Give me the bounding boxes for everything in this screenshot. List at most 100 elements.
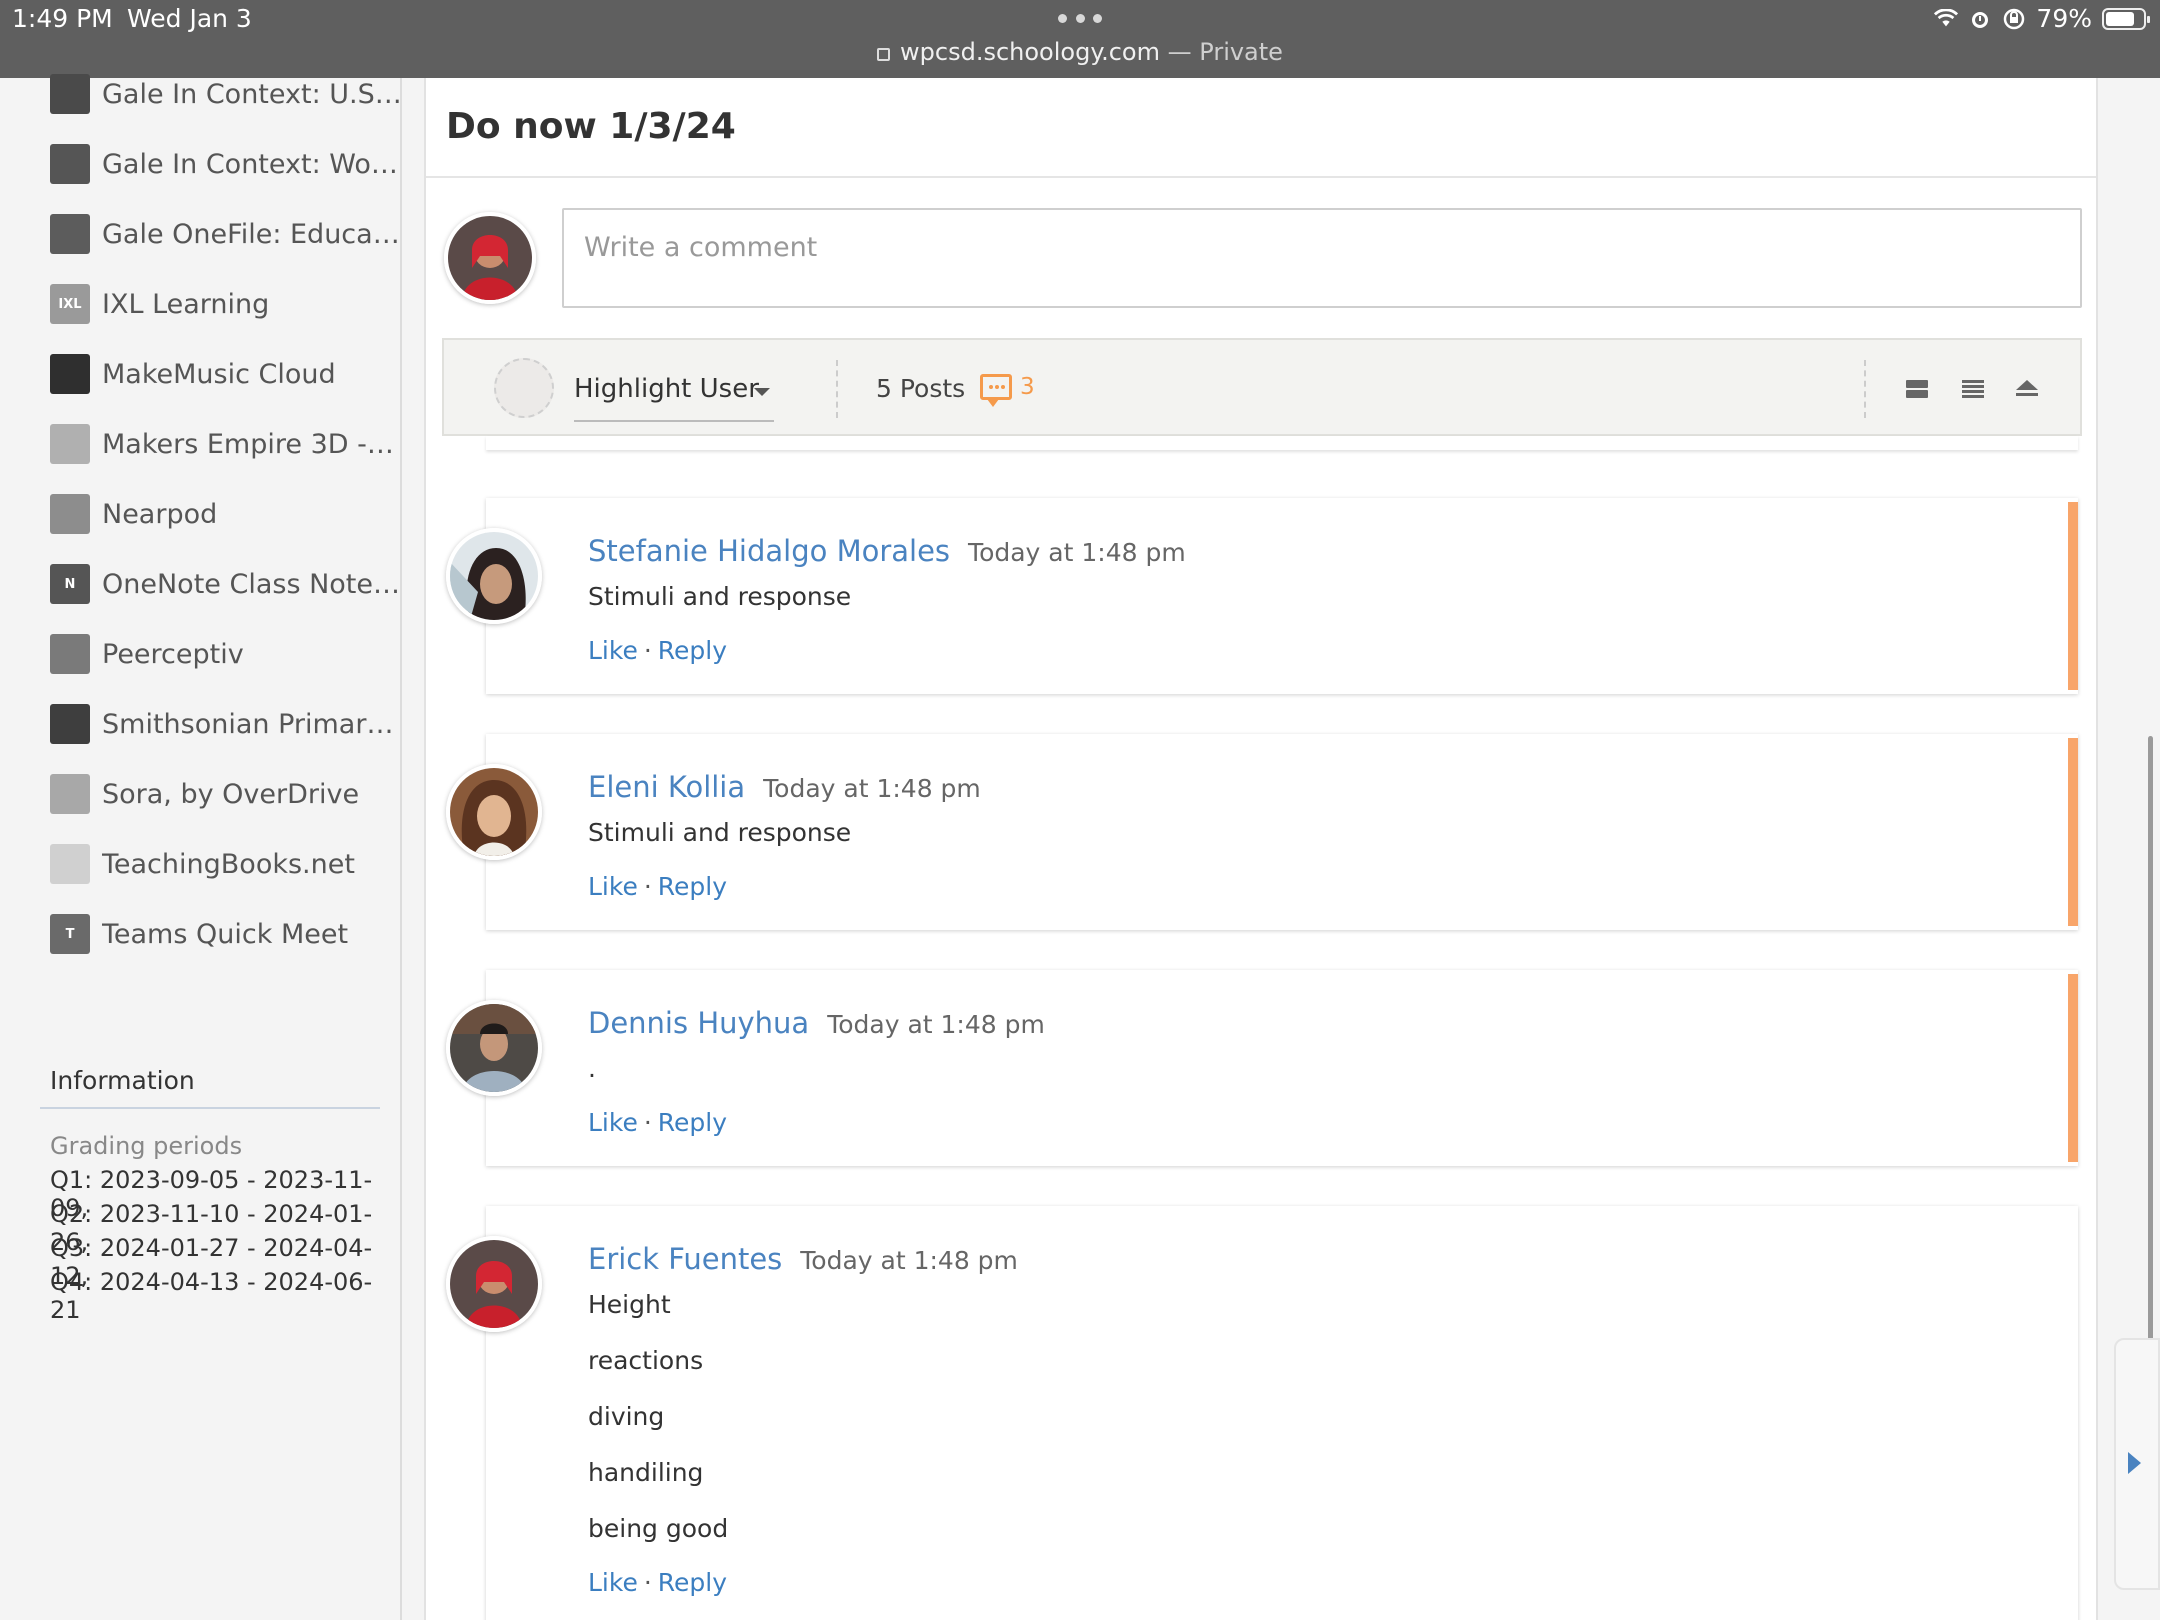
app-label: Nearpod <box>102 498 218 530</box>
app-label: Makers Empire 3D - Easy 3D Design <box>102 428 402 460</box>
discussion-post: Stefanie Hidalgo Morales Today at 1:48 pm… <box>486 498 2078 694</box>
app-link[interactable]: Makers Empire 3D - Easy 3D Design <box>50 422 402 466</box>
app-link[interactable]: Nearpod <box>50 492 402 536</box>
app-label: OneNote Class Notebook <box>102 568 402 600</box>
toolbar-divider <box>836 360 838 418</box>
gale-world-history-icon <box>50 144 90 184</box>
author-avatar[interactable] <box>446 1236 542 1332</box>
collapse-all-icon[interactable] <box>2014 378 2040 400</box>
makers-empire-icon <box>50 424 90 464</box>
gale-onefile-icon <box>50 214 90 254</box>
private-label: — Private <box>1167 38 1283 66</box>
app-link[interactable]: Gale In Context: World History <box>50 142 402 186</box>
reply-link[interactable]: Reply <box>658 872 727 901</box>
teams-icon: T <box>50 914 90 954</box>
app-link[interactable]: IXL IXL Learning <box>50 282 402 326</box>
title-divider <box>426 176 2096 178</box>
post-author-link[interactable]: Erick Fuentes <box>588 1242 782 1276</box>
teachingbooks-icon <box>50 844 90 884</box>
post-body-line: Stimuli and response <box>588 818 852 847</box>
app-label: Gale OneFile: Educator's Reference Compl… <box>102 218 402 250</box>
posts-count: 5 Posts <box>876 374 966 403</box>
post-timestamp: Today at 1:48 pm <box>827 1010 1045 1039</box>
onenote-icon: N <box>50 564 90 604</box>
address-bar[interactable]: wpcsd.schoology.com — Private <box>0 38 2160 66</box>
app-link[interactable]: N OneNote Class Notebook <box>50 562 402 606</box>
discussion-post: Eleni Kollia Today at 1:48 pm Stimuli and… <box>486 734 2078 930</box>
chevron-right-icon[interactable] <box>2128 1452 2141 1474</box>
post-timestamp: Today at 1:48 pm <box>763 774 981 803</box>
app-link[interactable]: TeachingBooks.net <box>50 842 402 886</box>
expanded-view-icon[interactable] <box>1904 378 1930 400</box>
post-timestamp: Today at 1:48 pm <box>968 538 1186 567</box>
grading-periods-label: Grading periods <box>50 1132 243 1160</box>
discussion-post: Dennis Huyhua Today at 1:48 pm . Like · Rep… <box>486 970 2078 1166</box>
orientation-lock-icon <box>2002 7 2026 31</box>
app-label: Teams Quick Meet <box>102 918 349 950</box>
app-link[interactable]: Gale In Context: U.S. History <box>50 72 402 116</box>
author-avatar[interactable] <box>446 1000 542 1096</box>
battery-percent: 79% <box>2036 4 2092 33</box>
information-divider <box>40 1107 380 1109</box>
discussion-panel: Do now 1/3/24 Write a comment Highlight … <box>424 78 2098 1620</box>
author-avatar[interactable] <box>446 528 542 624</box>
post-author-link[interactable]: Stefanie Hidalgo Morales <box>588 534 950 568</box>
app-label: Sora, by OverDrive <box>102 778 360 810</box>
reply-link[interactable]: Reply <box>658 1108 727 1137</box>
comment-count: 3 <box>1020 374 1035 400</box>
app-label: TeachingBooks.net <box>102 848 355 880</box>
post-author-link[interactable]: Dennis Huyhua <box>588 1006 809 1040</box>
post-body-line: . <box>588 1054 596 1083</box>
more-dots-icon[interactable] <box>1058 14 1102 24</box>
app-label: MakeMusic Cloud <box>102 358 336 390</box>
battery-fill <box>2106 11 2135 26</box>
app-link[interactable]: Sora, by OverDrive <box>50 772 402 816</box>
app-label: Gale In Context: U.S. History <box>102 78 402 110</box>
wifi-icon <box>1934 7 1959 31</box>
like-link[interactable]: Like <box>588 1568 638 1597</box>
right-drawer-toggle[interactable] <box>2114 1338 2160 1590</box>
makemusic-icon <box>50 354 90 394</box>
page-title: Do now 1/3/24 <box>446 106 736 147</box>
sora-icon <box>50 774 90 814</box>
app-label: IXL Learning <box>102 288 270 320</box>
highlight-bar <box>2068 738 2078 926</box>
app-link[interactable]: T Teams Quick Meet <box>50 912 402 956</box>
post-body-line: diving <box>588 1402 665 1431</box>
like-link[interactable]: Like <box>588 636 638 665</box>
current-user-avatar <box>444 212 536 304</box>
reply-link[interactable]: Reply <box>658 636 727 665</box>
highlight-bar <box>2068 974 2078 1162</box>
app-label: Gale In Context: World History <box>102 148 402 180</box>
highlight-bar <box>2068 502 2078 690</box>
like-link[interactable]: Like <box>588 872 638 901</box>
chevron-down-icon[interactable] <box>754 388 770 396</box>
clock-time: 1:49 PM <box>12 4 113 33</box>
highlight-user-dropdown[interactable]: Highlight User <box>574 374 759 404</box>
comment-input[interactable]: Write a comment <box>562 208 2082 308</box>
like-link[interactable]: Like <box>588 1108 638 1137</box>
app-link[interactable]: MakeMusic Cloud <box>50 352 402 396</box>
post-timestamp: Today at 1:48 pm <box>800 1246 1018 1275</box>
ixl-icon: IXL <box>50 284 90 324</box>
discussion-toolbar: Highlight User 5 Posts 3 <box>442 338 2082 436</box>
toolbar-divider-right <box>1864 360 1866 418</box>
app-link[interactable]: Gale OneFile: Educator's Reference Compl… <box>50 212 402 256</box>
smithsonian-icon <box>50 704 90 744</box>
app-link[interactable]: Smithsonian Primary Sources <box>50 702 402 746</box>
author-avatar[interactable] <box>446 764 542 860</box>
comment-bubble-icon <box>980 374 1012 407</box>
previous-post-edge <box>486 436 2078 450</box>
url-text: wpcsd.schoology.com <box>900 38 1160 66</box>
app-label: Peerceptiv <box>102 638 244 670</box>
reply-link[interactable]: Reply <box>658 1568 727 1597</box>
app-link[interactable]: Peerceptiv <box>50 632 402 676</box>
gale-us-history-icon <box>50 74 90 114</box>
highlight-user-underline <box>574 420 774 422</box>
ios-status-bar: 1:49 PM Wed Jan 3 wpcsd.schoology.com — … <box>0 0 2160 78</box>
list-view-icon[interactable] <box>1960 378 1986 400</box>
post-author-link[interactable]: Eleni Kollia <box>588 770 745 804</box>
clock-date: Wed Jan 3 <box>127 4 252 33</box>
battery-icon <box>2102 7 2150 30</box>
app-label: Smithsonian Primary Sources <box>102 708 402 740</box>
